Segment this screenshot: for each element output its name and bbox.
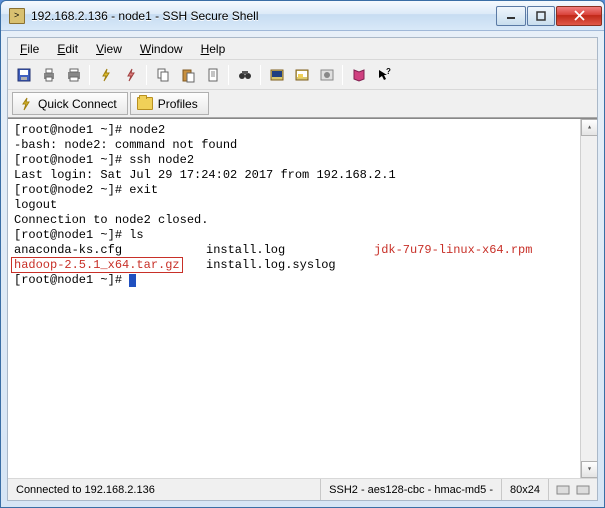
connect-button[interactable] xyxy=(94,63,117,86)
window-controls xyxy=(496,6,602,26)
maximize-icon xyxy=(536,11,546,21)
terminal-line: Connection to node2 closed. xyxy=(14,213,591,228)
menu-view[interactable]: View xyxy=(88,40,130,58)
cut-button[interactable] xyxy=(201,63,224,86)
terminal-line: [root@node1 ~]# ls xyxy=(14,228,591,243)
titlebar[interactable]: 192.168.2.136 - node1 - SSH Secure Shell xyxy=(1,1,604,31)
close-icon xyxy=(574,10,585,21)
minimize-button[interactable] xyxy=(496,6,526,26)
new-ftp-button[interactable] xyxy=(290,63,313,86)
status-size: 80x24 xyxy=(502,479,549,500)
status-connection: Connected to 192.168.2.136 xyxy=(8,479,321,500)
status-cipher: SSH2 - aes128-cbc - hmac-md5 - xyxy=(321,479,502,500)
folder-window-icon xyxy=(294,67,310,83)
terminal-icon xyxy=(269,67,285,83)
disconnect-button[interactable] xyxy=(119,63,142,86)
scroll-up-button[interactable]: ▴ xyxy=(581,119,597,136)
help-book-button[interactable] xyxy=(347,63,370,86)
menu-edit[interactable]: Edit xyxy=(49,40,86,58)
separator xyxy=(342,65,343,85)
disconnect-icon xyxy=(123,67,139,83)
status-icons xyxy=(549,482,597,498)
quick-connect-label: Quick Connect xyxy=(38,97,117,111)
terminal-line: anaconda-ks.cfginstall.logjdk-7u79-linux… xyxy=(14,243,591,258)
connect-toolbar: Quick Connect Profiles xyxy=(8,90,597,118)
menubar: File Edit View Window Help xyxy=(8,38,597,60)
print-icon xyxy=(41,67,57,83)
gear-icon xyxy=(319,67,335,83)
lightning-icon xyxy=(98,67,114,83)
whatsthis-button[interactable]: ? xyxy=(372,63,395,86)
highlighted-file: hadoop-2.5.1_x64.tar.gz xyxy=(11,257,183,273)
arrow-help-icon: ? xyxy=(376,67,392,83)
svg-text:?: ? xyxy=(386,67,391,76)
paste-icon xyxy=(180,67,196,83)
separator xyxy=(146,65,147,85)
page-icon xyxy=(205,67,221,83)
maximize-button[interactable] xyxy=(527,6,555,26)
settings-button[interactable] xyxy=(315,63,338,86)
menu-file[interactable]: File xyxy=(12,40,47,58)
separator xyxy=(89,65,90,85)
terminal-line: logout xyxy=(14,198,591,213)
new-terminal-button[interactable] xyxy=(265,63,288,86)
app-window: 192.168.2.136 - node1 - SSH Secure Shell… xyxy=(0,0,605,508)
separator xyxy=(228,65,229,85)
copy-icon xyxy=(155,67,171,83)
copy-button[interactable] xyxy=(151,63,174,86)
folder-icon xyxy=(137,97,153,110)
print-big-icon xyxy=(66,67,82,83)
menu-window[interactable]: Window xyxy=(132,40,191,58)
cursor xyxy=(129,274,136,287)
terminal-line: Last login: Sat Jul 29 17:24:02 2017 fro… xyxy=(14,168,591,183)
print-button[interactable] xyxy=(37,63,60,86)
lightning-small-icon xyxy=(19,97,33,111)
save-button[interactable] xyxy=(12,63,35,86)
app-icon xyxy=(9,8,25,24)
save-icon xyxy=(16,67,32,83)
close-button[interactable] xyxy=(556,6,602,26)
terminal-line: hadoop-2.5.1_x64.tar.gzinstall.log.syslo… xyxy=(14,258,591,273)
quick-connect-button[interactable]: Quick Connect xyxy=(12,92,128,115)
status-icon-1 xyxy=(555,482,571,498)
profiles-label: Profiles xyxy=(158,97,198,111)
statusbar: Connected to 192.168.2.136 SSH2 - aes128… xyxy=(8,478,597,500)
terminal[interactable]: [root@node1 ~]# node2 -bash: node2: comm… xyxy=(8,118,597,478)
status-icon-2 xyxy=(575,482,591,498)
main-toolbar: ? xyxy=(8,60,597,90)
menu-help[interactable]: Help xyxy=(193,40,234,58)
binoculars-icon xyxy=(237,67,253,83)
print-big-button[interactable] xyxy=(62,63,85,86)
profiles-button[interactable]: Profiles xyxy=(130,92,209,115)
paste-button[interactable] xyxy=(176,63,199,86)
client-area: File Edit View Window Help xyxy=(7,37,598,501)
terminal-prompt: [root@node1 ~]# xyxy=(14,273,591,288)
separator xyxy=(260,65,261,85)
terminal-line: -bash: node2: command not found xyxy=(14,138,591,153)
minimize-icon xyxy=(506,11,516,21)
terminal-line: [root@node2 ~]# exit xyxy=(14,183,591,198)
vertical-scrollbar[interactable]: ▴ ▾ xyxy=(580,119,597,478)
scroll-down-button[interactable]: ▾ xyxy=(581,461,597,478)
terminal-line: [root@node1 ~]# node2 xyxy=(14,123,591,138)
book-icon xyxy=(351,67,367,83)
window-title: 192.168.2.136 - node1 - SSH Secure Shell xyxy=(31,9,496,23)
terminal-line: [root@node1 ~]# ssh node2 xyxy=(14,153,591,168)
find-button[interactable] xyxy=(233,63,256,86)
